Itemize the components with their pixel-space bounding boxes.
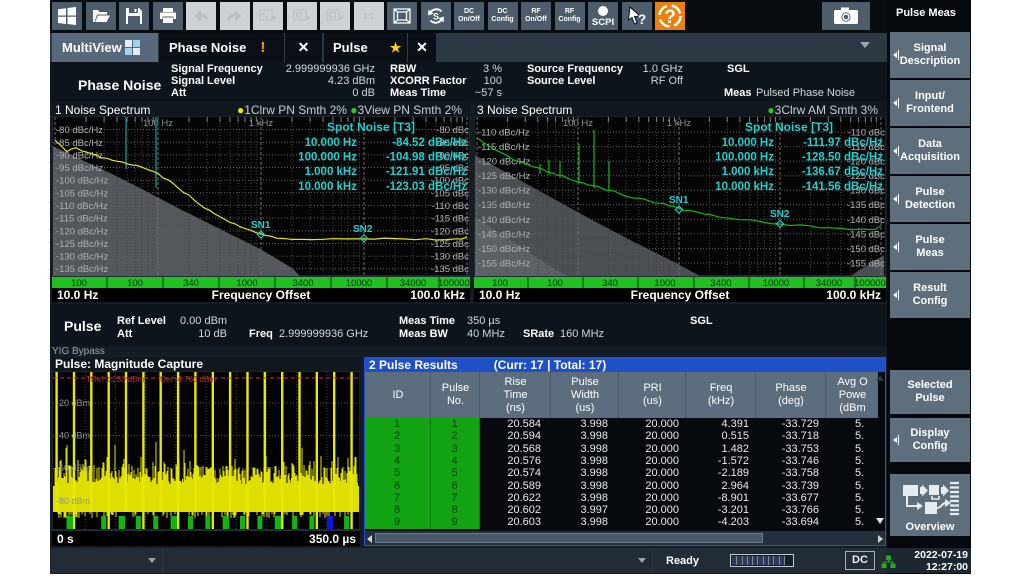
- svg-text:100.000 Hz: 100.000 Hz: [298, 152, 357, 164]
- svg-text:10.000 kHz: 10.000 kHz: [715, 181, 774, 193]
- svg-text:-135 dBc: -135 dBc: [847, 200, 885, 211]
- svg-text:10.000 Hz: 10.000 Hz: [305, 137, 358, 149]
- svg-text:-123.03 dBc/Hz: -123.03 dBc/Hz: [386, 181, 467, 193]
- svg-text:10.0 Hz: 10.0 Hz: [57, 288, 98, 302]
- svg-text:340: 340: [602, 278, 618, 289]
- svg-text:-80 dBc: -80 dBc: [436, 125, 469, 136]
- svg-text:?: ?: [637, 11, 646, 27]
- svg-text:TRef 1.230 dBm: TRef 1.230 dBm: [86, 375, 145, 384]
- svg-text:340: 340: [183, 278, 199, 289]
- svg-text:-150 dBc/Hz: -150 dBc/Hz: [478, 244, 531, 255]
- svg-text:10000: 10000: [763, 278, 789, 289]
- svg-text:0 s: 0 s: [57, 532, 74, 546]
- svg-text:SN2: SN2: [770, 209, 790, 220]
- svg-text:-155 dBc: -155 dBc: [847, 259, 885, 270]
- svg-text:-120 dBc: -120 dBc: [431, 226, 469, 237]
- svg-text:Frequency Offset: Frequency Offset: [212, 288, 311, 302]
- svg-text:10.000 Hz: 10.000 Hz: [722, 137, 775, 149]
- svg-text:-120 dBc/Hz: -120 dBc/Hz: [478, 157, 531, 168]
- svg-text:-150 dBc: -150 dBc: [847, 244, 885, 255]
- svg-text:-80 dBc/Hz: -80 dBc/Hz: [56, 125, 103, 136]
- svg-text:100 Hz: 100 Hz: [563, 118, 593, 129]
- svg-text:-120 dBc/Hz: -120 dBc/Hz: [56, 226, 109, 237]
- svg-text:-60 dBm: -60 dBm: [56, 463, 90, 473]
- svg-text:-145 dBc/Hz: -145 dBc/Hz: [478, 229, 531, 240]
- svg-text:Spot Noise [T3]: Spot Noise [T3]: [327, 120, 415, 134]
- svg-text:-128.50 dBc/Hz: -128.50 dBc/Hz: [802, 152, 883, 164]
- svg-text:Frequency Offset: Frequency Offset: [631, 288, 730, 302]
- svg-text:-135 dBc/Hz: -135 dBc/Hz: [478, 200, 531, 211]
- svg-text:-40 dBm: -40 dBm: [56, 431, 90, 441]
- svg-text:100 Hz: 100 Hz: [143, 118, 173, 129]
- svg-text:10.0 Hz: 10.0 Hz: [479, 288, 520, 302]
- svg-text:-130 dBc/Hz: -130 dBc/Hz: [478, 186, 531, 197]
- svg-text:100.0 kHz: 100.0 kHz: [410, 288, 465, 302]
- svg-text:-125 dBc/Hz: -125 dBc/Hz: [478, 171, 531, 182]
- svg-text:-115 dBc/Hz: -115 dBc/Hz: [56, 214, 108, 225]
- svg-text:1.000 kHz: 1.000 kHz: [305, 166, 358, 178]
- svg-text:-140 dBc/Hz: -140 dBc/Hz: [478, 215, 531, 226]
- svg-text:-135 dBc: -135 dBc: [431, 264, 469, 275]
- svg-text:Spot Noise [T3]: Spot Noise [T3]: [745, 120, 833, 134]
- svg-text:1 kHz: 1 kHz: [667, 118, 692, 129]
- svg-text:-140 dBc: -140 dBc: [847, 215, 885, 226]
- svg-text:-141.56 dBc/Hz: -141.56 dBc/Hz: [802, 181, 883, 193]
- svg-text:SCPI: SCPI: [592, 17, 614, 28]
- svg-text:-155 dBc/Hz: -155 dBc/Hz: [478, 259, 531, 270]
- svg-text:-136.67 dBc/Hz: -136.67 dBc/Hz: [802, 166, 883, 178]
- svg-text:-104.98 dBc/Hz: -104.98 dBc/Hz: [386, 152, 467, 164]
- svg-text:-130 dBc/Hz: -130 dBc/Hz: [56, 252, 109, 263]
- svg-text:-110 dBc/Hz: -110 dBc/Hz: [56, 201, 108, 212]
- svg-text:100.000 Hz: 100.000 Hz: [715, 152, 774, 164]
- svg-text:100: 100: [127, 278, 143, 289]
- svg-text:-90 dBc/Hz: -90 dBc/Hz: [56, 150, 103, 161]
- svg-text:-20 dBm: -20 dBm: [56, 398, 90, 408]
- svg-text:1.000 kHz: 1.000 kHz: [722, 166, 775, 178]
- svg-text:1 kHz: 1 kHz: [249, 118, 274, 129]
- svg-text:-125 dBc/Hz: -125 dBc/Hz: [56, 239, 109, 250]
- svg-text:SN1: SN1: [251, 220, 271, 231]
- svg-text:-105 dBc/Hz: -105 dBc/Hz: [56, 188, 109, 199]
- svg-text:?: ?: [664, 7, 676, 28]
- svg-text:-130 dBc: -130 dBc: [431, 252, 469, 263]
- svg-text:-145 dBc: -145 dBc: [847, 229, 885, 240]
- svg-text:-95 dBc/Hz: -95 dBc/Hz: [56, 163, 103, 174]
- svg-text:10.000 kHz: 10.000 kHz: [298, 181, 357, 193]
- svg-text:100.0 kHz: 100.0 kHz: [826, 288, 881, 302]
- svg-text:Det -4.760 dBm: Det -4.760 dBm: [160, 375, 216, 384]
- svg-text:-84.52 dBc/Hz: -84.52 dBc/Hz: [392, 137, 467, 149]
- svg-text:S: S: [432, 12, 438, 22]
- svg-text:-111.97 dBc/Hz: -111.97 dBc/Hz: [803, 137, 883, 149]
- svg-text:-80 dBm: -80 dBm: [56, 496, 90, 506]
- svg-text:-110 dBc: -110 dBc: [432, 201, 470, 212]
- svg-text:-110 dBc/Hz: -110 dBc/Hz: [478, 128, 530, 139]
- svg-text:SN1: SN1: [669, 195, 689, 206]
- svg-text:-121.91 dBc/Hz: -121.91 dBc/Hz: [386, 166, 467, 178]
- svg-text:10000: 10000: [346, 278, 372, 289]
- svg-text:100: 100: [547, 278, 563, 289]
- svg-text:SN2: SN2: [353, 224, 373, 235]
- svg-text:350.0 µs: 350.0 µs: [309, 532, 356, 546]
- svg-text:-135 dBc/Hz: -135 dBc/Hz: [56, 264, 109, 275]
- svg-text:-115 dBc: -115 dBc: [432, 214, 470, 225]
- svg-text:-100 dBc/Hz: -100 dBc/Hz: [56, 176, 109, 187]
